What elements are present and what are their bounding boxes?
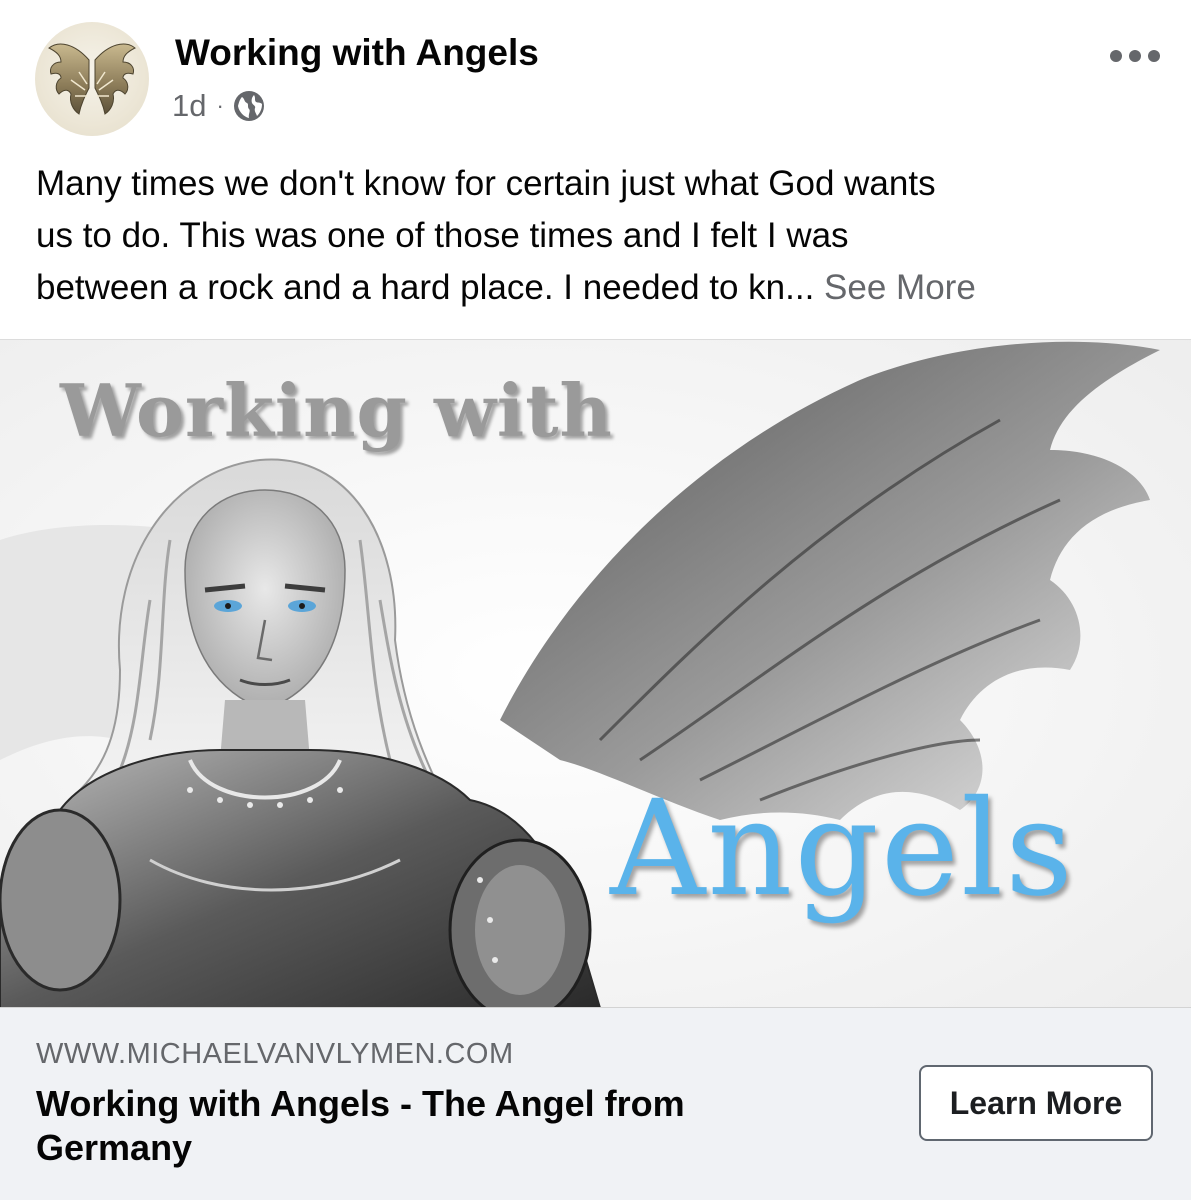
link-domain: WWW.MICHAELVANVLYMEN.COM: [36, 1038, 514, 1070]
post-meta: 1d ·: [172, 86, 266, 126]
post-text-line: us to do. This was one of those times an…: [36, 216, 849, 255]
learn-more-button[interactable]: Learn More: [919, 1065, 1153, 1141]
see-more-link[interactable]: See More: [824, 268, 976, 307]
page-avatar[interactable]: [35, 22, 149, 136]
post-text-line-last: between a rock and a hard place. I neede…: [36, 262, 1161, 314]
more-options-icon[interactable]: [1110, 44, 1160, 68]
meta-separator: ·: [216, 93, 224, 118]
link-headline[interactable]: Working with Angels - The Angel from Ger…: [36, 1082, 836, 1170]
link-preview-image[interactable]: Working with Angels: [0, 339, 1191, 1008]
page-name[interactable]: Working with Angels: [175, 30, 539, 76]
more-dot: [1148, 50, 1160, 62]
image-title-bottom: Angels: [610, 772, 1075, 926]
post-text-line: between a rock and a hard place. I neede…: [36, 268, 815, 307]
globe-icon[interactable]: [232, 89, 266, 123]
post-text-line: Many times we don't know for certain jus…: [36, 164, 936, 203]
more-dot: [1129, 50, 1141, 62]
image-title-top: Working with: [60, 368, 613, 453]
angel-wings-icon: [48, 43, 136, 115]
more-dot: [1110, 50, 1122, 62]
feed-post: Working with Angels 1d · Many times we d…: [0, 0, 1191, 1200]
post-time[interactable]: 1d: [172, 88, 206, 124]
post-text: Many times we don't know for certain jus…: [36, 158, 1161, 314]
link-preview-footer[interactable]: WWW.MICHAELVANVLYMEN.COM Working with An…: [0, 1007, 1191, 1200]
